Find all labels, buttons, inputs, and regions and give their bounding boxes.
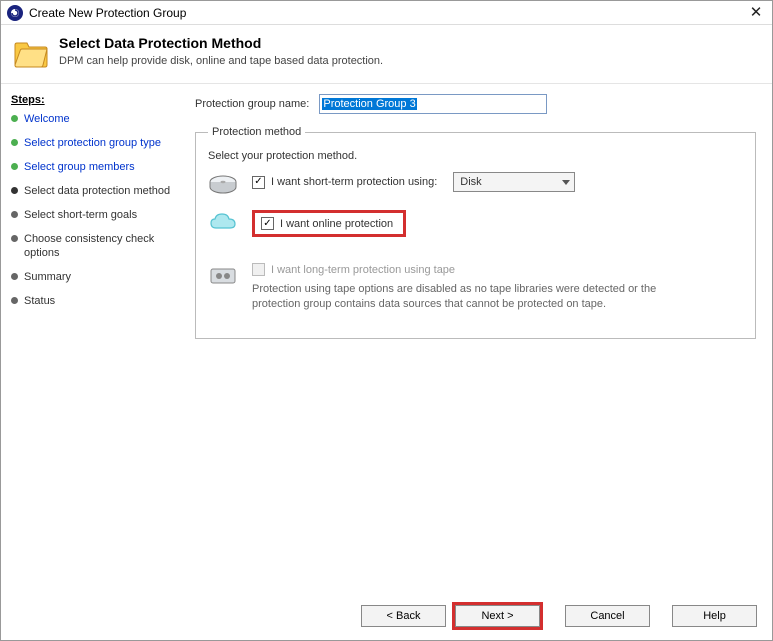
sidebar-item-protection-method: Select data protection method (11, 184, 181, 198)
group-name-input[interactable]: Protection Group 3 (319, 94, 547, 114)
short-term-select[interactable]: Disk (453, 172, 575, 192)
close-icon[interactable]: ✕ (746, 3, 766, 21)
bullet-icon (11, 297, 18, 304)
online-option[interactable]: I want online protection (261, 217, 393, 230)
help-button[interactable]: Help (672, 605, 757, 627)
protection-method-group: Protection method Select your protection… (195, 126, 756, 339)
back-button[interactable]: < Back (361, 605, 446, 627)
bullet-icon (11, 163, 18, 170)
online-highlight: I want online protection (252, 210, 406, 237)
tape-description: Protection using tape options are disabl… (252, 282, 692, 312)
next-highlight: Next > (452, 602, 543, 630)
method-instruction: Select your protection method. (208, 150, 743, 162)
page-subtitle: DPM can help provide disk, online and ta… (59, 55, 760, 67)
chevron-down-icon (562, 180, 570, 185)
short-term-option[interactable]: I want short-term protection using: (252, 176, 437, 189)
bullet-icon (11, 273, 18, 280)
sidebar-item-label: Select protection group type (24, 136, 161, 150)
bullet-icon (11, 187, 18, 194)
bullet-icon (11, 211, 18, 218)
sidebar-item-short-term-goals: Select short-term goals (11, 208, 181, 222)
next-button[interactable]: Next > (455, 605, 540, 627)
window-title: Create New Protection Group (29, 6, 186, 20)
tape-label: I want long-term protection using tape (271, 264, 455, 276)
disk-icon (208, 172, 238, 196)
steps-sidebar: Steps: Welcome Select protection group t… (1, 84, 189, 593)
app-icon (7, 5, 23, 21)
sidebar-item-label: Status (24, 294, 55, 308)
wizard-header: Select Data Protection Method DPM can he… (1, 25, 772, 84)
method-legend: Protection method (208, 126, 305, 138)
select-value: Disk (460, 176, 481, 188)
title-bar: Create New Protection Group ✕ (1, 1, 772, 25)
bullet-icon (11, 115, 18, 122)
online-label: I want online protection (280, 218, 393, 230)
main-panel: Protection group name: Protection Group … (189, 84, 772, 593)
cloud-icon (208, 210, 238, 234)
page-title: Select Data Protection Method (59, 35, 760, 51)
checkbox-icon (252, 176, 265, 189)
bullet-icon (11, 139, 18, 146)
cancel-button[interactable]: Cancel (565, 605, 650, 627)
sidebar-item-group-members[interactable]: Select group members (11, 160, 181, 174)
sidebar-item-label: Choose consistency check options (24, 232, 181, 260)
tape-icon (208, 263, 238, 287)
sidebar-item-group-type[interactable]: Select protection group type (11, 136, 181, 150)
sidebar-item-welcome[interactable]: Welcome (11, 112, 181, 126)
sidebar-item-consistency: Choose consistency check options (11, 232, 181, 260)
sidebar-item-label: Welcome (24, 112, 70, 126)
sidebar-item-label: Select group members (24, 160, 135, 174)
sidebar-item-label: Summary (24, 270, 71, 284)
checkbox-icon (261, 217, 274, 230)
sidebar-item-status: Status (11, 294, 181, 308)
short-term-label: I want short-term protection using: (271, 176, 437, 188)
sidebar-item-label: Select short-term goals (24, 208, 137, 222)
wizard-footer: < Back Next > Cancel Help (0, 597, 773, 641)
sidebar-item-summary: Summary (11, 270, 181, 284)
steps-heading: Steps: (11, 94, 181, 106)
bullet-icon (11, 235, 18, 242)
folder-icon (13, 39, 49, 69)
checkbox-icon (252, 263, 265, 276)
group-name-label: Protection group name: (195, 98, 309, 110)
tape-option: I want long-term protection using tape (252, 263, 743, 276)
sidebar-item-label: Select data protection method (24, 184, 170, 198)
